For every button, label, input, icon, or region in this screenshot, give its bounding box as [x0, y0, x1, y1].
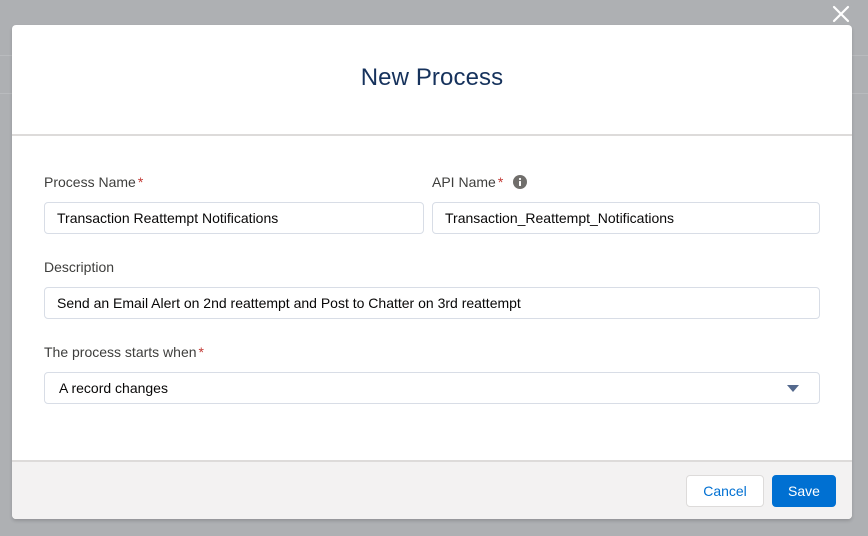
new-process-modal: New Process Process Name* API Name* Desc… [12, 25, 852, 519]
description-input[interactable] [44, 287, 820, 319]
starts-when-label-text: The process starts when [44, 344, 197, 360]
api-name-label: API Name * [432, 174, 528, 190]
api-name-input[interactable] [432, 202, 820, 234]
modal-footer: Cancel Save [12, 460, 852, 519]
caret-down-icon [787, 385, 799, 392]
process-name-label: Process Name * [44, 174, 143, 190]
save-button[interactable]: Save [772, 475, 836, 507]
starts-when-select[interactable]: A record changes [44, 372, 820, 404]
modal-title: New Process [360, 63, 504, 91]
cancel-button[interactable]: Cancel [686, 475, 764, 507]
api-name-label-text: API Name [432, 174, 496, 190]
close-icon [832, 5, 850, 23]
process-name-input[interactable] [44, 202, 424, 234]
close-button[interactable] [829, 2, 853, 26]
starts-when-selected-value: A record changes [59, 380, 168, 396]
required-mark: * [137, 174, 144, 190]
modal-body: Process Name* API Name* Description The … [12, 136, 852, 460]
description-label: Description [44, 259, 114, 275]
info-icon[interactable] [513, 175, 528, 189]
required-mark: * [497, 174, 504, 190]
modal-header: New Process [12, 25, 852, 136]
description-label-text: Description [44, 259, 115, 275]
required-mark: * [198, 344, 204, 360]
starts-when-label: The process starts when * [44, 344, 204, 360]
process-name-label-text: Process Name [44, 174, 136, 190]
